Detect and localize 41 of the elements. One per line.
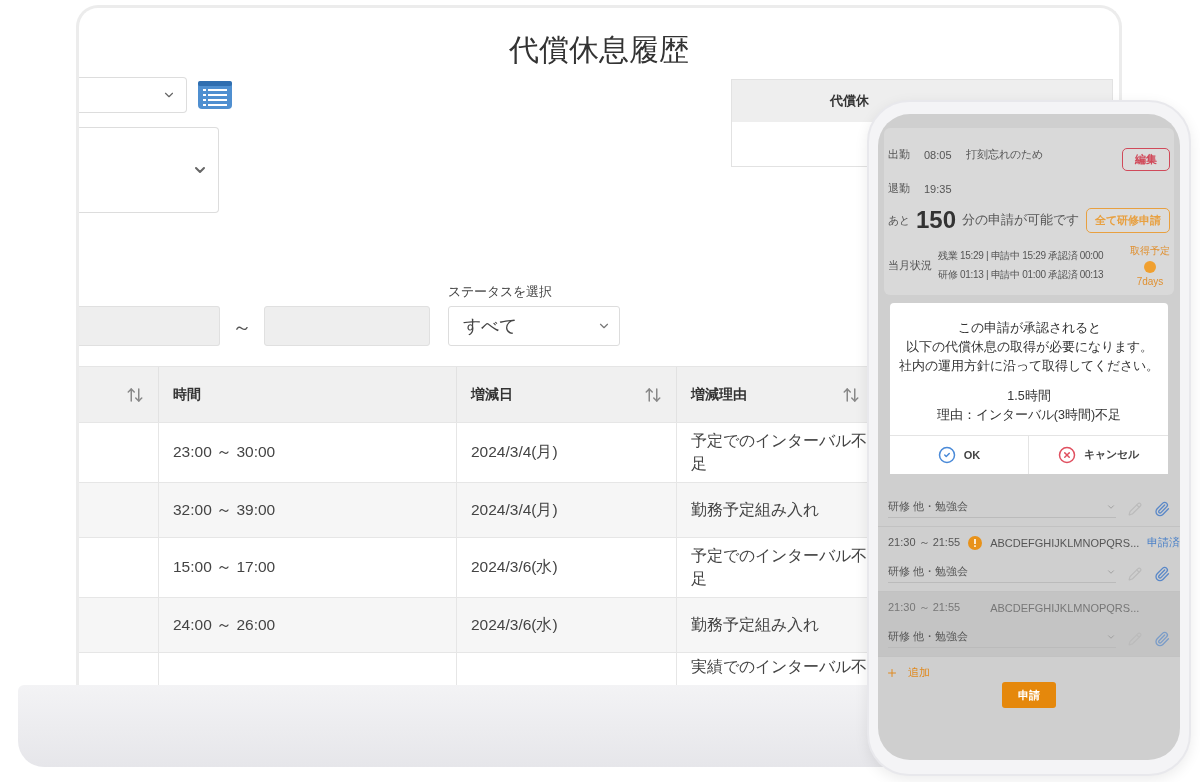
table-cell: 2024/3/6(水): [457, 537, 677, 597]
dialog-message: この申請が承認されると: [956, 320, 1102, 337]
remaining-prefix: あと: [888, 212, 910, 228]
panel-header: 代償休: [830, 92, 869, 110]
plan-label: 取得予定: [1130, 244, 1170, 258]
table-cell: 15:00 ～ 17:00: [159, 537, 457, 597]
monthly-line: 研修 01:13 | 申請中 01:00 承認済 00:13: [938, 268, 1104, 282]
monthly-line: 残業 15:29 | 申請中 15:29 承認済 00:00: [938, 249, 1104, 263]
clock-out-label: 退勤: [888, 181, 910, 196]
dialog-message: 社内の運用方針に沿って取得してください。: [898, 357, 1160, 375]
dialog-reason: 理由：インターバル(3時間)不足: [935, 407, 1123, 424]
dialog-amount: 1.5時間: [1006, 388, 1052, 406]
ok-button[interactable]: OK: [890, 435, 1029, 474]
column-header[interactable]: 増減日: [457, 367, 677, 422]
category-select[interactable]: 研修 他・勉強会: [888, 564, 1116, 583]
entry-time: 21:30 ～ 21:55: [888, 535, 961, 550]
clock-out-time: 19:35: [924, 182, 952, 195]
remaining-minutes: 150: [916, 206, 957, 234]
table-cell: 2024/3/6(水): [457, 597, 677, 652]
table-cell: 2024/3/4(月): [457, 422, 677, 482]
page-title: 代償休息履歴: [508, 32, 690, 68]
edit-button[interactable]: 編集: [1122, 148, 1170, 171]
entry-status: 申請済: [1147, 535, 1180, 550]
table-cell: 23:00 ～ 30:00: [159, 422, 457, 482]
monthly-label: 当月状況: [888, 258, 932, 273]
table-cell: 32:00 ～ 39:00: [159, 482, 457, 537]
range-separator: ～: [232, 315, 252, 340]
plan-days: 7days: [1136, 276, 1164, 287]
remaining-text: 分の申請が可能です: [962, 211, 1080, 229]
entry-time: 21:30 ～ 21:55: [888, 600, 961, 615]
table-cell: 24:00 ～ 26:00: [159, 597, 457, 652]
column-header: 時間: [159, 367, 457, 422]
status-select[interactable]: すべて: [448, 306, 620, 346]
status-label: ステータスを選択: [448, 283, 553, 301]
clock-in-label: 出勤: [888, 147, 910, 162]
table-cell: 2024/3/4(月): [457, 482, 677, 537]
category-select[interactable]: 研修 他・勉強会: [888, 499, 1116, 518]
submit-button[interactable]: 申請: [1002, 682, 1056, 708]
clock-in-time: 08:05: [924, 148, 952, 161]
clock-in-note: 打刻忘れのため: [965, 147, 1043, 162]
dialog-message: 以下の代償休息の取得が必要になります。: [904, 338, 1154, 356]
